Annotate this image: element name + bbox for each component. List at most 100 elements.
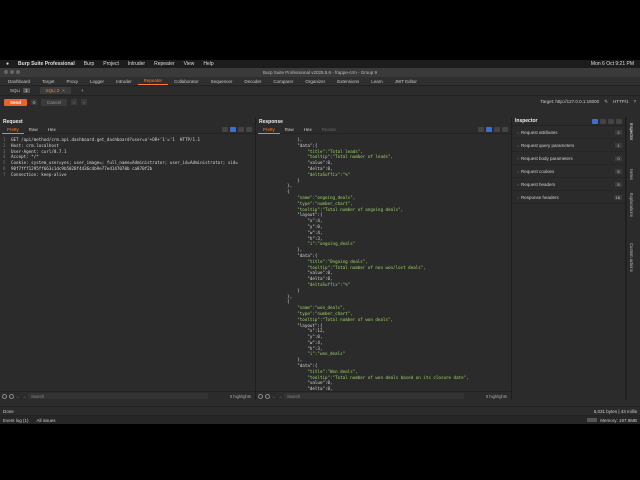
- response-line-text: }: [267, 287, 300, 293]
- settings-icon[interactable]: [608, 118, 614, 124]
- menu-icon[interactable]: [502, 127, 508, 132]
- tab-intruder[interactable]: Intruder: [110, 77, 138, 85]
- window-title: Burp Suite Professional v2025.5.6 - frap…: [262, 70, 378, 75]
- settings-icon[interactable]: [265, 393, 270, 399]
- request-editor[interactable]: 1 GET /api/method/crm.api.dashboard.get_d…: [0, 134, 255, 178]
- request-highlights: 0 highlights: [229, 393, 251, 399]
- response-line-text: "value":0,: [267, 270, 333, 276]
- help-icon[interactable]: [258, 393, 263, 399]
- request-tab-pretty[interactable]: Pretty: [2, 126, 24, 134]
- cancel-button[interactable]: Cancel: [41, 98, 68, 106]
- close-tab-icon[interactable]: ×: [62, 88, 65, 93]
- response-highlights: 0 highlights: [485, 393, 507, 399]
- response-tab-raw[interactable]: Raw: [280, 126, 299, 134]
- rail-inspector[interactable]: Inspector: [629, 123, 634, 140]
- target-url[interactable]: Target: http://127.0.0.1:18000: [540, 99, 599, 105]
- rail-explanations[interactable]: Explanations: [629, 193, 634, 217]
- rail-notes[interactable]: Notes: [629, 169, 634, 180]
- request-search-input[interactable]: Search: [28, 393, 208, 399]
- response-tab-render[interactable]: Render: [317, 126, 342, 134]
- response-line-text: "tooltip":"Total number of won deals bas…: [267, 374, 469, 380]
- tab-extensions[interactable]: Extensions: [331, 77, 365, 85]
- request-tab-raw[interactable]: Raw: [24, 126, 43, 134]
- tab-target[interactable]: Target: [36, 77, 61, 85]
- response-line-text: "value":0,: [267, 160, 333, 166]
- newline-icon[interactable]: [238, 127, 244, 132]
- settings-icon[interactable]: [9, 393, 14, 399]
- response-search-input[interactable]: Search: [284, 393, 464, 399]
- menu-help[interactable]: Help: [203, 61, 213, 67]
- tab-dashboard[interactable]: Dashboard: [2, 77, 36, 85]
- tab-logger[interactable]: Logger: [84, 77, 110, 85]
- apple-icon[interactable]: ●: [6, 61, 9, 67]
- request-line-text: Host: crm.localhost: [11, 142, 59, 148]
- request-line-text: GET /api/method/crm.api.dashboard.get_da…: [11, 137, 201, 142]
- zoom-window-icon[interactable]: [16, 70, 20, 74]
- inspector-row-count: 1: [615, 142, 622, 148]
- tab-learn[interactable]: Learn: [365, 77, 389, 85]
- back-icon[interactable]: ‹: [71, 99, 78, 105]
- add-tab-button[interactable]: +: [75, 87, 90, 94]
- event-log-button[interactable]: Event log (1): [3, 418, 29, 423]
- newline-icon[interactable]: [494, 127, 500, 132]
- rail-custom-actions[interactable]: Custom actions: [629, 243, 634, 272]
- menu-icon[interactable]: [246, 127, 252, 132]
- inspector-row-body-params[interactable]: › Request body parameters 0: [512, 152, 625, 165]
- inspector-title: Inspector: [515, 118, 538, 124]
- help-icon[interactable]: ?: [633, 99, 636, 105]
- tab-jwt-editor[interactable]: JWT Editor: [389, 77, 423, 85]
- inspector-row-attributes[interactable]: › Request attributes 2: [512, 126, 625, 139]
- request-tab-hex[interactable]: Hex: [43, 126, 61, 134]
- forward-icon[interactable]: ›: [81, 99, 88, 105]
- response-line-text: "delta":0,: [267, 165, 333, 171]
- help-icon[interactable]: [2, 393, 7, 399]
- tab-collaborator[interactable]: Collaborator: [168, 77, 205, 85]
- menu-intruder[interactable]: Intruder: [128, 61, 145, 67]
- inspector-row-response-headers[interactable]: › Response headers 16: [512, 191, 625, 204]
- edit-target-icon[interactable]: ✎: [604, 99, 608, 105]
- forward-icon[interactable]: →: [22, 394, 26, 399]
- response-tab-hex[interactable]: Hex: [299, 126, 317, 134]
- tab-organizer[interactable]: Organizer: [299, 77, 331, 85]
- send-button[interactable]: Send: [4, 98, 28, 106]
- footer-bar: Event log (1) All issues Memory: 197.9MB: [0, 415, 640, 424]
- tab-repeater[interactable]: Repeater: [137, 77, 169, 85]
- repeater-tab-2[interactable]: SQLi 2 ×: [39, 87, 71, 94]
- forward-icon[interactable]: →: [278, 394, 282, 399]
- tab-proxy[interactable]: Proxy: [61, 77, 85, 85]
- close-window-icon[interactable]: [4, 70, 8, 74]
- response-line-text: "h":3,: [267, 235, 323, 241]
- inspector-row-cookies[interactable]: › Request cookies 5: [512, 165, 625, 178]
- menu-burp[interactable]: Burp: [84, 61, 95, 67]
- wrap-lines-icon[interactable]: [486, 127, 492, 132]
- menu-view[interactable]: View: [184, 61, 195, 67]
- toggle-view-icon[interactable]: [478, 127, 484, 132]
- clock: Mon 6 Oct 9:21 PM: [590, 61, 634, 67]
- minimize-window-icon[interactable]: [10, 70, 14, 74]
- back-icon[interactable]: ←: [272, 394, 276, 399]
- response-size: 6,031 bytes | 43 millis: [593, 408, 637, 414]
- back-icon[interactable]: ←: [16, 394, 20, 399]
- settings-gear-icon[interactable]: ⚙: [31, 99, 38, 105]
- wrap-lines-icon[interactable]: [230, 127, 236, 132]
- response-tab-pretty[interactable]: Pretty: [258, 126, 280, 134]
- menu-app-name[interactable]: Burp Suite Professional: [18, 61, 75, 67]
- repeater-tab-1[interactable]: SQLi 1: [4, 87, 36, 94]
- tab-decoder[interactable]: Decoder: [238, 77, 267, 85]
- tab-comparer[interactable]: Comparer: [267, 77, 299, 85]
- editor-panels: Request Pretty Raw Hex 1 GET /api/method/…: [0, 117, 640, 400]
- request-view-tabs: Pretty Raw Hex: [0, 126, 255, 134]
- menu-repeater[interactable]: Repeater: [154, 61, 175, 67]
- tab-sequencer[interactable]: Sequencer: [205, 77, 239, 85]
- http-version[interactable]: HTTP/1: [613, 99, 629, 105]
- inspector-row-request-headers[interactable]: › Request headers 5: [512, 178, 625, 191]
- inspector-row-query-params[interactable]: › Request query parameters 1: [512, 139, 625, 152]
- response-line-text: },: [267, 357, 303, 363]
- split-icon[interactable]: [600, 118, 606, 124]
- all-issues-button[interactable]: All issues: [37, 418, 56, 423]
- response-editor[interactable]: }, "data":{ "title":"Total leads", "tool…: [256, 134, 511, 392]
- close-icon[interactable]: [616, 118, 622, 124]
- menu-project[interactable]: Project: [103, 61, 119, 67]
- layout-icon[interactable]: [592, 118, 598, 124]
- toggle-view-icon[interactable]: [222, 127, 228, 132]
